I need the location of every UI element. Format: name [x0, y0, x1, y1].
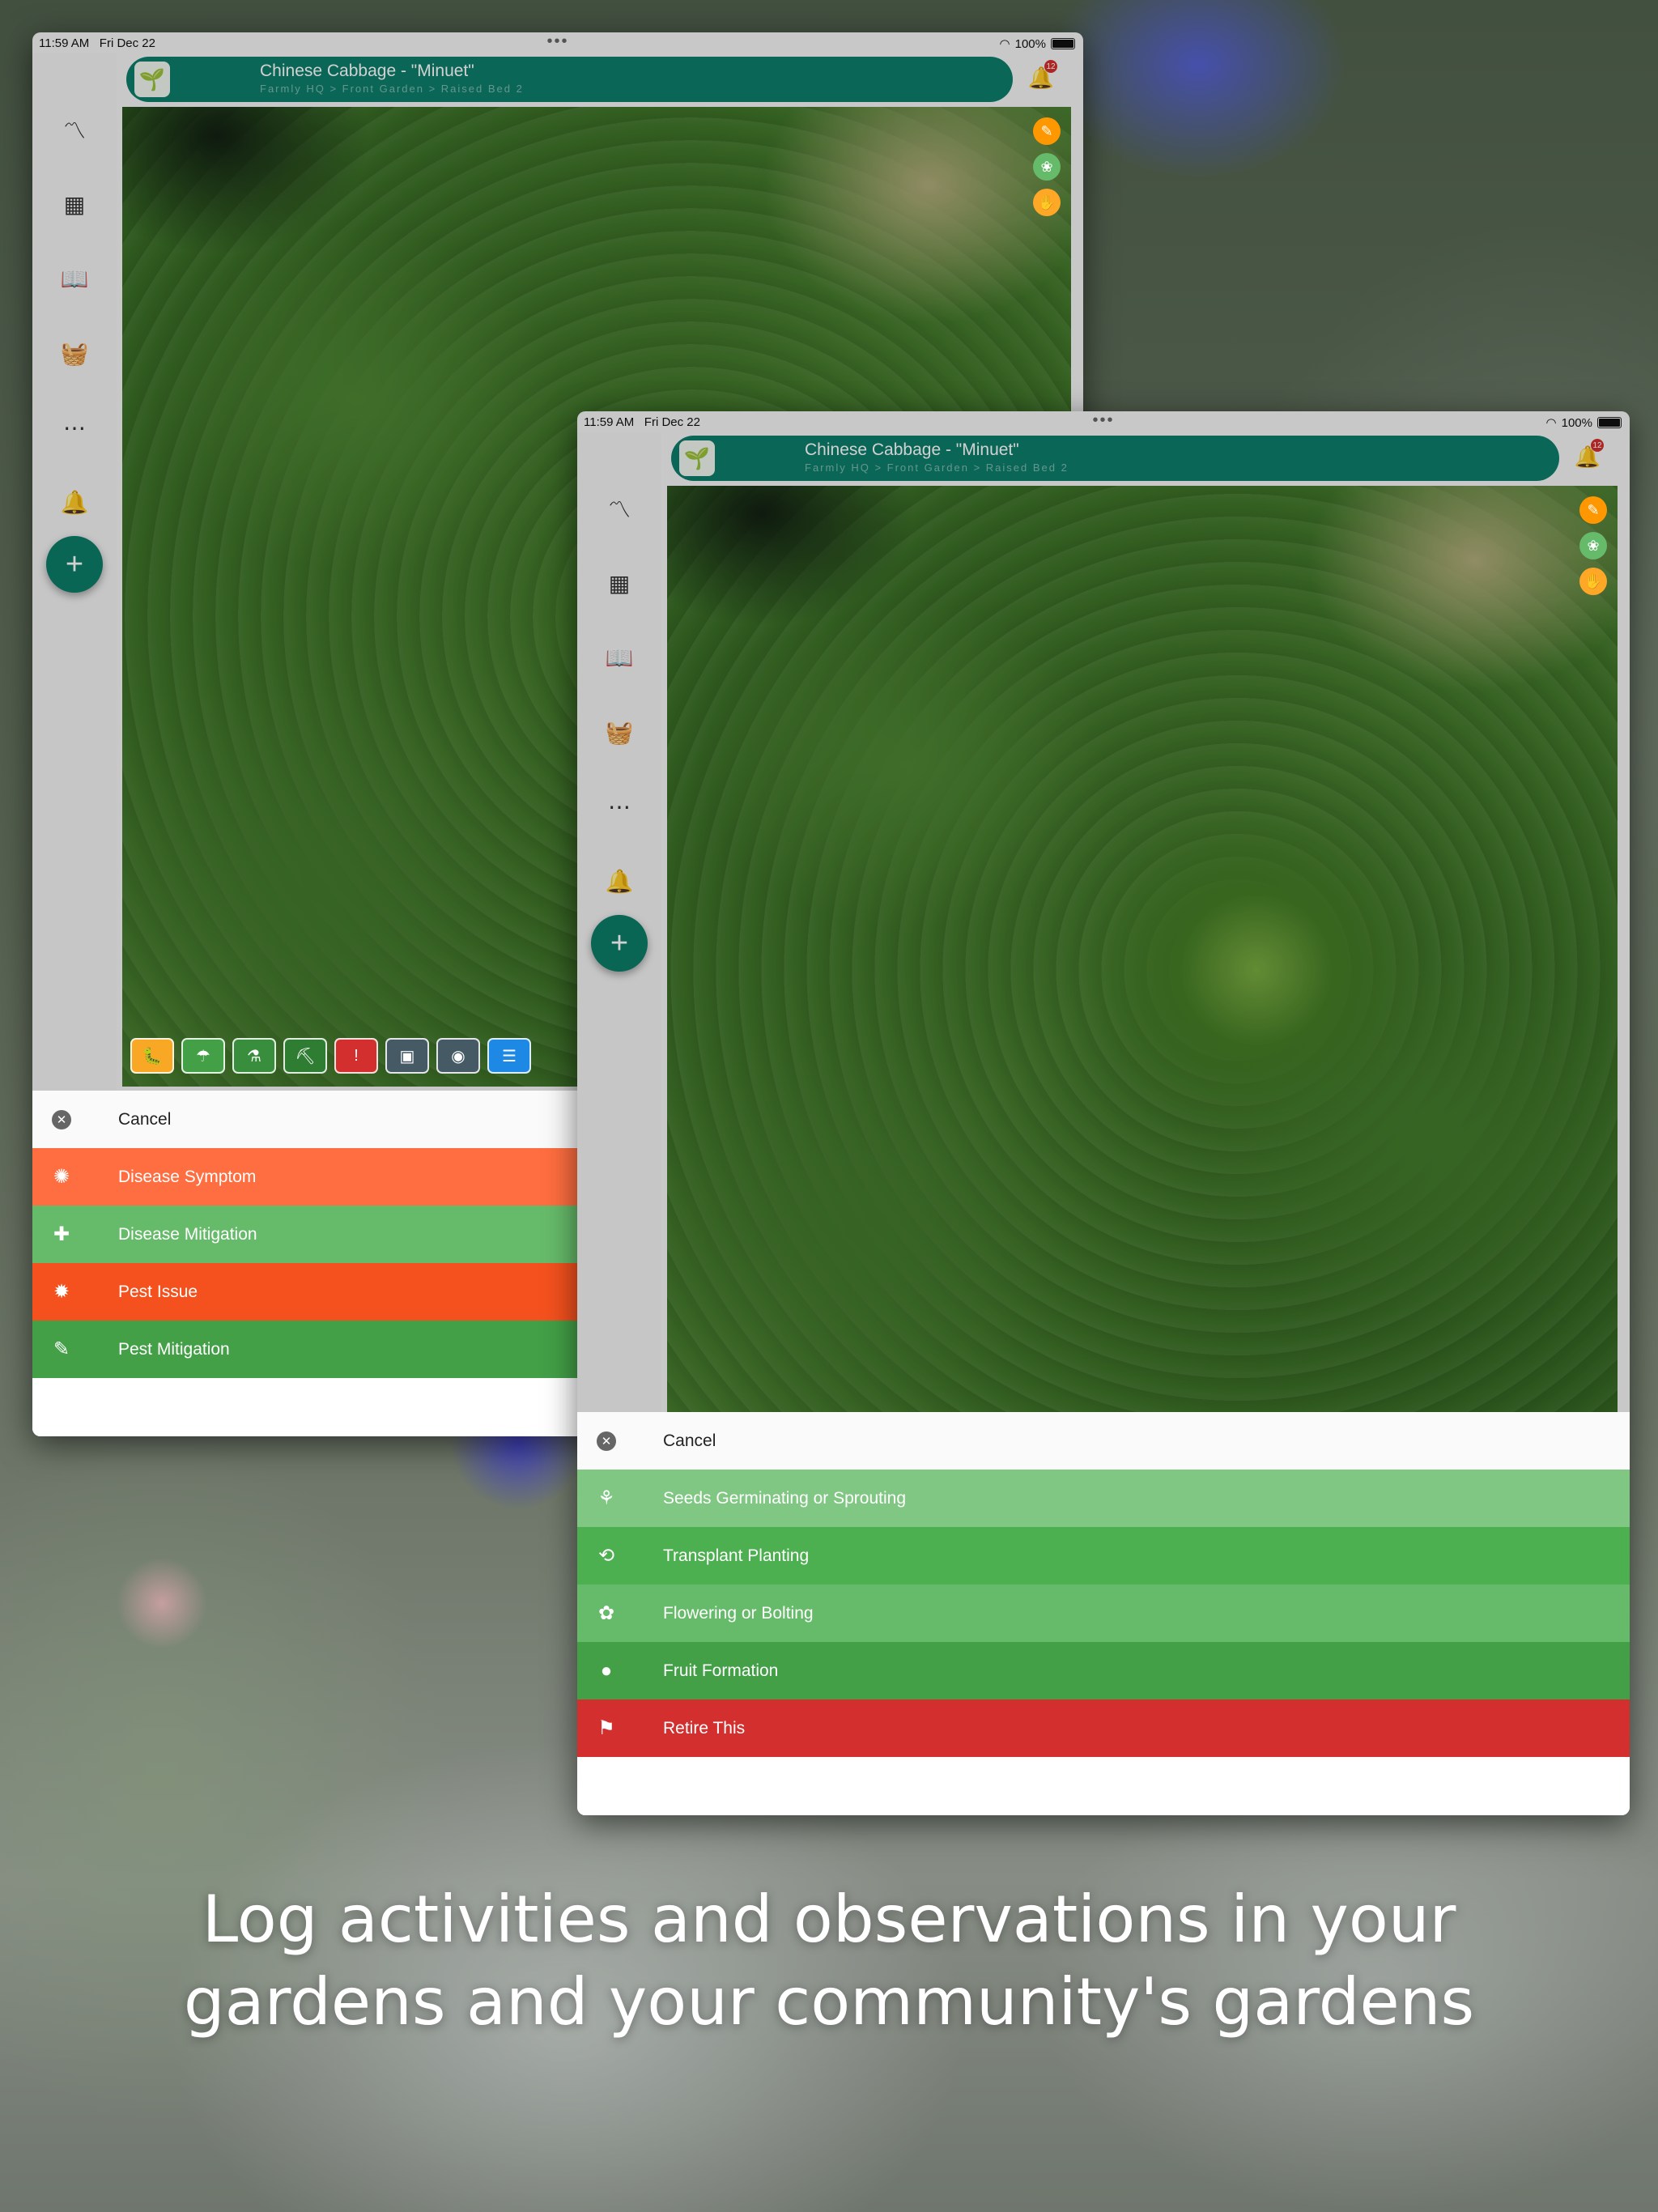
- fruit-icon: ●: [600, 1659, 613, 1682]
- action-label: Pest Issue: [118, 1282, 198, 1301]
- marketing-caption: Log activities and observations in your …: [0, 1878, 1658, 2044]
- spray-icon: ✎: [53, 1338, 70, 1360]
- seedling-icon: ⚘: [597, 1487, 615, 1509]
- transplant-planting-button[interactable]: ⟲ Transplant Planting: [577, 1527, 1630, 1585]
- sprout-icon[interactable]: ❀: [1579, 532, 1607, 559]
- action-label: Fruit Formation: [663, 1661, 779, 1680]
- action-label: Transplant Planting: [663, 1546, 810, 1565]
- close-icon: ✕: [52, 1109, 71, 1129]
- action-sheet-growth-stages: ✕ Cancel ⚘ Seeds Germinating or Sproutin…: [577, 1412, 1630, 1815]
- pencil-icon[interactable]: ✎: [1033, 117, 1061, 145]
- medicine-icon: ✚: [53, 1223, 70, 1245]
- flower-icon: ✿: [597, 1602, 615, 1624]
- fertilize-icon[interactable]: ⚗: [232, 1038, 276, 1074]
- virus-icon: ✺: [53, 1166, 70, 1188]
- action-label: Pest Mitigation: [118, 1339, 230, 1359]
- caption-line-1: Log activities and observations in your: [202, 1882, 1456, 1957]
- alert-icon[interactable]: !: [334, 1038, 378, 1074]
- cancel-button[interactable]: ✕ Cancel: [577, 1412, 1630, 1470]
- harvest-icon[interactable]: ✋: [1033, 189, 1061, 216]
- cancel-label: Cancel: [118, 1109, 172, 1129]
- quick-actions-toolbar: 🐛 ☂ ⚗ ⛏ ! ▣ ◉ ☰: [130, 1038, 531, 1074]
- transplant-icon: ⟲: [597, 1545, 615, 1567]
- app-screenshot-front: 11:59 AM Fri Dec 22 ••• ◠ 100% 〽 ▦ 📖 🧺 ⋯…: [577, 411, 1630, 1815]
- harvest-icon[interactable]: ✋: [1579, 568, 1607, 595]
- planting-icon[interactable]: ⛏: [283, 1038, 327, 1074]
- watering-icon[interactable]: ☂: [181, 1038, 225, 1074]
- seeds-germinating-button[interactable]: ⚘ Seeds Germinating or Sprouting: [577, 1470, 1630, 1527]
- action-label: Disease Symptom: [118, 1167, 257, 1186]
- retire-icon: ⚑: [597, 1717, 615, 1739]
- sprout-icon[interactable]: ❀: [1033, 153, 1061, 181]
- flowering-bolting-button[interactable]: ✿ Flowering or Bolting: [577, 1585, 1630, 1642]
- camera-icon[interactable]: ◉: [436, 1038, 480, 1074]
- pencil-icon[interactable]: ✎: [1579, 496, 1607, 524]
- cancel-label: Cancel: [663, 1431, 716, 1450]
- close-icon: ✕: [597, 1431, 616, 1451]
- dim-overlay: [577, 411, 1630, 1412]
- action-label: Flowering or Bolting: [663, 1603, 814, 1623]
- action-label: Retire This: [663, 1718, 746, 1738]
- fruit-formation-button[interactable]: ● Fruit Formation: [577, 1642, 1630, 1699]
- retire-this-button[interactable]: ⚑ Retire This: [577, 1699, 1630, 1757]
- bug-icon: ✹: [53, 1281, 70, 1303]
- image-icon[interactable]: ▣: [385, 1038, 429, 1074]
- action-label: Seeds Germinating or Sprouting: [663, 1488, 906, 1508]
- note-icon[interactable]: ☰: [487, 1038, 531, 1074]
- caption-line-2: gardens and your community's gardens: [183, 1964, 1475, 2040]
- action-label: Disease Mitigation: [118, 1224, 257, 1244]
- bug-icon[interactable]: 🐛: [130, 1038, 174, 1074]
